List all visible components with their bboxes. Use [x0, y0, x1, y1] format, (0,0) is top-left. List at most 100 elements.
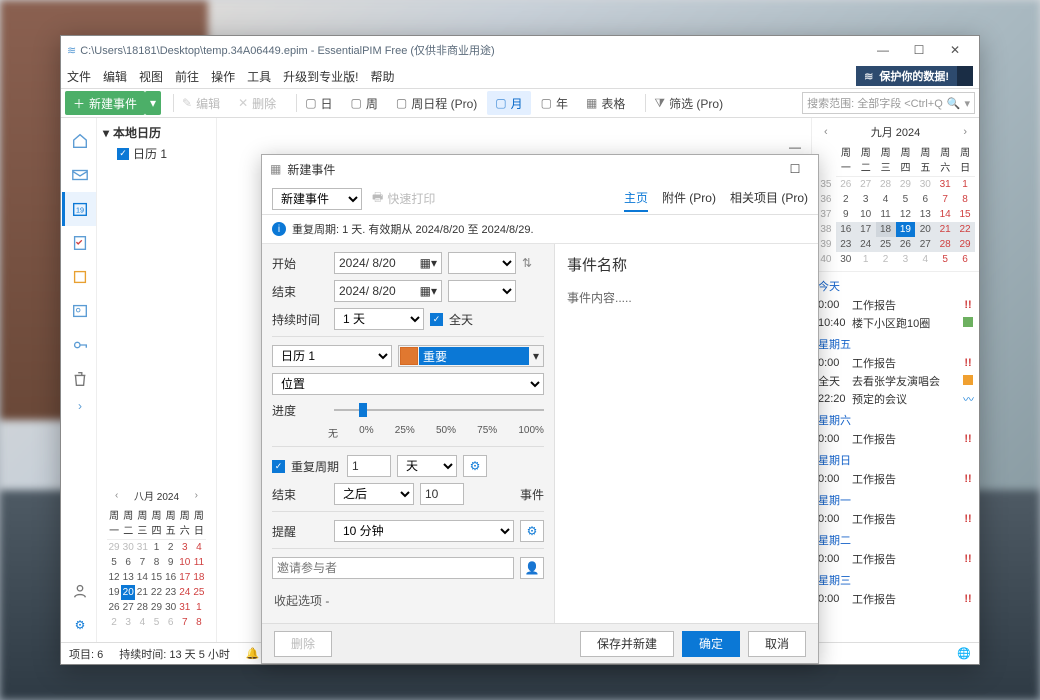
pencil-icon: ✎ [182, 96, 192, 110]
dialog-maximize[interactable]: ☐ [780, 158, 810, 180]
view-weeksched[interactable]: ▢周日程 (Pro) [388, 91, 485, 115]
globe-icon[interactable]: 🌐 [957, 647, 971, 660]
recur-end-select[interactable]: 之后 [334, 483, 414, 505]
recur-end-count[interactable]: 10 [420, 483, 464, 505]
minical-right[interactable]: ‹九月 2024› 周一周二周三周四周五周六周日 352627282930311… [812, 118, 979, 272]
menu-view[interactable]: 视图 [139, 68, 163, 85]
color-swatch [400, 347, 418, 365]
duration-select[interactable]: 1 天 [334, 308, 424, 330]
menu-help[interactable]: 帮助 [370, 68, 394, 85]
rail-notes[interactable] [62, 260, 96, 294]
person-search-icon: 👤 [525, 561, 540, 575]
quick-print-button[interactable]: 🖶快速打印 [372, 188, 435, 209]
rail-home[interactable] [62, 124, 96, 158]
recurrence-checkbox[interactable]: ✓ [272, 460, 285, 473]
agenda-event[interactable]: 0:00工作报告!! [816, 430, 975, 448]
recur-settings-button[interactable]: ⚙ [463, 455, 487, 477]
menu-upgrade[interactable]: 升级到专业版! [283, 68, 358, 85]
rail-contacts[interactable] [62, 294, 96, 328]
event-preview[interactable]: 事件名称 事件内容..... [554, 244, 818, 623]
rail-tasks[interactable] [62, 226, 96, 260]
start-time-input[interactable] [448, 252, 516, 274]
tab-main[interactable]: 主页 [624, 185, 648, 212]
minical-left[interactable]: ‹八月 2024› 周一周二周三周四周五周六周日 293031123456789… [103, 482, 210, 634]
invite-input[interactable] [272, 557, 514, 579]
new-event-dropdown[interactable]: ▾ [145, 91, 161, 115]
save-and-new-button[interactable]: 保存并新建 [580, 631, 674, 657]
edit-button[interactable]: ✎编辑 [163, 91, 228, 115]
maximize-button[interactable]: ☐ [901, 38, 937, 62]
rail-mail[interactable] [62, 158, 96, 192]
menu-file[interactable]: 文件 [67, 68, 91, 85]
link-icon[interactable]: ⇅ [522, 256, 532, 270]
view-year[interactable]: ▢年 [533, 91, 576, 115]
rail-settings[interactable]: ⚙ [62, 608, 96, 642]
rail-calendar[interactable]: 19 [62, 192, 96, 226]
prev-month[interactable]: ‹ [111, 490, 122, 501]
allday-checkbox[interactable]: ✓ [430, 313, 443, 326]
recur-unit-select[interactable]: 天 [397, 455, 457, 477]
checkbox-checked-icon[interactable]: ✓ [117, 148, 129, 160]
agenda-event[interactable]: 全天去看张学友演唱会 [816, 372, 975, 390]
rail-passwords[interactable] [62, 328, 96, 362]
next-month[interactable]: › [191, 490, 202, 501]
calendar-icon: ▢ [495, 96, 506, 110]
view-month[interactable]: ▢月 [487, 91, 530, 115]
end-time-input[interactable] [448, 280, 516, 302]
end-date-input[interactable]: 2024/ 8/20▦▾ [334, 280, 442, 302]
rail-user[interactable] [62, 574, 96, 608]
agenda-event[interactable]: 0:00工作报告!! [816, 510, 975, 528]
view-week[interactable]: ▢周 [343, 91, 386, 115]
start-date-input[interactable]: 2024/ 8/20▦▾ [334, 252, 442, 274]
chevron-down-icon: ▾ [103, 126, 109, 140]
filter-button[interactable]: ⧩筛选 (Pro) [635, 91, 731, 115]
reminder-select[interactable]: 10 分钟 [334, 520, 514, 542]
menu-action[interactable]: 操作 [211, 68, 235, 85]
rail-collapse[interactable]: › [62, 396, 96, 416]
delete-button[interactable]: 删除 [274, 631, 332, 657]
category-select[interactable]: 重要 ▾ [398, 345, 544, 367]
location-select[interactable]: 位置 [272, 373, 544, 395]
new-event-button[interactable]: ＋新建事件 [65, 91, 145, 115]
prev-month[interactable]: ‹ [820, 126, 832, 138]
agenda-event[interactable]: 10:40楼下小区跑10圈 [816, 314, 975, 332]
agenda-event[interactable]: 0:00工作报告!! [816, 590, 975, 608]
tab-related[interactable]: 相关项目 (Pro) [730, 185, 808, 212]
invite-picker-button[interactable]: 👤 [520, 557, 544, 579]
recur-count-input[interactable]: 1 [347, 455, 391, 477]
minimize-button[interactable]: — [865, 38, 901, 62]
promo-banner[interactable]: ≋ 保护你的数据! [856, 66, 973, 86]
reminder-settings-button[interactable]: ⚙ [520, 520, 544, 542]
agenda-list[interactable]: 今天0:00工作报告!!10:40楼下小区跑10圈星期五0:00工作报告!!全天… [812, 272, 979, 642]
close-button[interactable]: ✕ [937, 38, 973, 62]
event-form: 开始 2024/ 8/20▦▾ ⇅ 结束 2024/ 8/20▦▾ 持续时间 1… [262, 244, 554, 623]
progress-slider[interactable] [334, 401, 544, 419]
agenda-event[interactable]: 0:00工作报告!! [816, 296, 975, 314]
event-type-select[interactable]: 新建事件 [272, 188, 362, 210]
delete-button[interactable]: ✕删除 [230, 91, 284, 115]
tab-attachments[interactable]: 附件 (Pro) [662, 185, 716, 212]
collapse-options-link[interactable]: 收起选项 - [272, 585, 544, 615]
next-month[interactable]: › [959, 126, 971, 138]
view-day[interactable]: ▢日 [286, 91, 340, 115]
agenda-event[interactable]: 22:20预定的会议〰 [816, 390, 975, 408]
menu-go[interactable]: 前往 [175, 68, 199, 85]
agenda-event[interactable]: 0:00工作报告!! [816, 354, 975, 372]
table-icon: ▦ [586, 96, 597, 110]
search-input[interactable]: 搜索范围: 全部字段 <Ctrl+Q 🔍 ▾ [802, 92, 975, 114]
agenda-event[interactable]: 0:00工作报告!! [816, 470, 975, 488]
cancel-button[interactable]: 取消 [748, 631, 806, 657]
rail-trash[interactable] [62, 362, 96, 396]
view-table[interactable]: ▦表格 [578, 91, 633, 115]
menu-edit[interactable]: 编辑 [103, 68, 127, 85]
chevron-down-icon: ▾ [529, 349, 543, 363]
calendar-select[interactable]: 日历 1 [272, 345, 392, 367]
sidebar-item-calendar1[interactable]: ✓ 日历 1 [103, 141, 210, 162]
dialog-minimize[interactable]: — [780, 136, 810, 158]
agenda-event[interactable]: 0:00工作报告!! [816, 550, 975, 568]
titlebar: ≋ C:\Users\18181\Desktop\temp.34A06449.e… [61, 36, 979, 64]
menu-tools[interactable]: 工具 [247, 68, 271, 85]
ok-button[interactable]: 确定 [682, 631, 740, 657]
sidebar-head[interactable]: ▾本地日历 [103, 124, 210, 141]
chevron-down-icon: ▾ [964, 97, 970, 110]
